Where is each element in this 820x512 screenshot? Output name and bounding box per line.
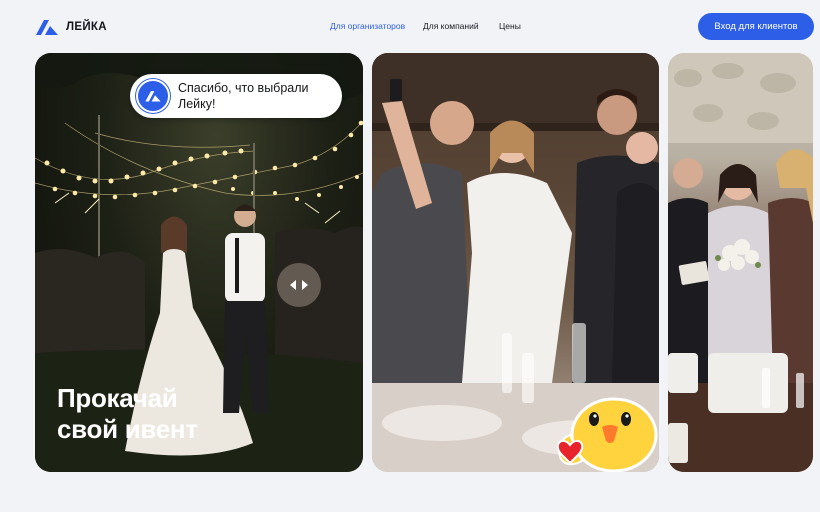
hero-headline: Прокачай свой ивент [57, 383, 198, 445]
hero-card-dance: Спасибо, что выбрали Лейку! Прокачай сво… [35, 53, 363, 472]
nav-link-organizers[interactable]: Для организаторов [330, 21, 405, 31]
hero-card-guests [668, 53, 813, 472]
thank-you-toast: Спасибо, что выбрали Лейку! [130, 74, 342, 118]
toast-message: Спасибо, что выбрали Лейку! [178, 81, 309, 111]
slider-handle[interactable] [277, 263, 321, 307]
headline-line-2: свой ивент [57, 414, 198, 444]
duck-sticker-icon [556, 397, 658, 472]
leika-avatar-icon [136, 79, 170, 113]
arrows-left-right-icon [290, 280, 308, 290]
hero-card-selfie [372, 53, 659, 472]
nav-link-companies[interactable]: Для компаний [423, 21, 479, 31]
client-login-button[interactable]: Вход для клиентов [698, 13, 814, 40]
leika-logo-icon [36, 20, 58, 35]
logo[interactable]: ЛЕЙКА [34, 17, 107, 37]
site-header: ЛЕЙКА Для организаторов Для компаний Цен… [0, 0, 820, 52]
guests-photo [668, 53, 813, 472]
headline-line-1: Прокачай [57, 383, 178, 413]
logo-text: ЛЕЙКА [66, 21, 107, 33]
nav-link-prices[interactable]: Цены [499, 21, 521, 31]
